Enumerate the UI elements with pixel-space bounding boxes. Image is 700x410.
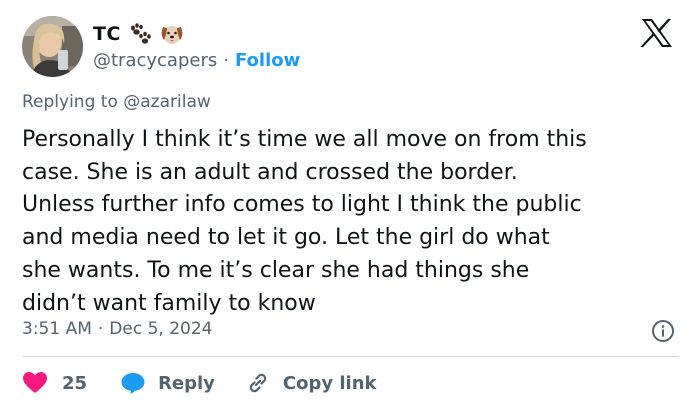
- separator-dot: ·: [97, 319, 104, 339]
- author-handle[interactable]: @tracycapers: [93, 50, 217, 71]
- tweet-text-line: Unless further info comes to light I thi…: [22, 192, 582, 218]
- x-logo-icon[interactable]: [640, 18, 674, 48]
- divider: [22, 356, 679, 357]
- tweet-date[interactable]: Dec 5, 2024: [109, 319, 212, 339]
- separator-dot: ·: [223, 49, 229, 71]
- tweet-text-line: and media need to let it go. Let the gir…: [22, 225, 550, 251]
- replying-to-mention[interactable]: @azarilaw: [123, 92, 211, 112]
- action-bar: 25 Reply Copy link: [22, 368, 377, 398]
- link-icon: [245, 370, 271, 396]
- reply-bubble-icon: [120, 371, 146, 395]
- tweet-text-line: case. She is an adult and crossed the bo…: [22, 159, 518, 185]
- replying-to-prefix: Replying to: [22, 92, 118, 112]
- paw-prints-emoji-icon: [127, 21, 153, 47]
- tweet-text: Personally I think it’s time we all move…: [22, 124, 687, 320]
- info-icon[interactable]: [651, 319, 675, 343]
- follow-button[interactable]: Follow: [235, 50, 300, 71]
- copy-link-label: Copy link: [282, 372, 377, 394]
- author-name-row: TC: [93, 20, 185, 48]
- reply-label: Reply: [158, 372, 215, 394]
- like-button[interactable]: 25: [22, 371, 87, 395]
- timestamp[interactable]: 3:51 AM · Dec 5, 2024: [22, 316, 212, 342]
- tweet-card: TC @tracycapers · Follow Replying to @az…: [0, 0, 700, 410]
- avatar[interactable]: [22, 16, 83, 77]
- tweet-text-line: she wants. To me it’s clear she had thin…: [22, 257, 530, 283]
- reply-button[interactable]: Reply: [120, 371, 215, 395]
- tweet-text-line: Personally I think it’s time we all move…: [22, 127, 587, 152]
- display-name[interactable]: TC: [93, 23, 121, 45]
- heart-icon: [22, 371, 48, 395]
- dog-face-emoji-icon: [159, 21, 185, 47]
- handle-row: @tracycapers · Follow: [93, 47, 300, 73]
- like-count: 25: [62, 372, 88, 394]
- replying-to: Replying to @azarilaw: [22, 92, 211, 112]
- copy-link-button[interactable]: Copy link: [245, 370, 377, 396]
- tweet-time[interactable]: 3:51 AM: [22, 319, 92, 339]
